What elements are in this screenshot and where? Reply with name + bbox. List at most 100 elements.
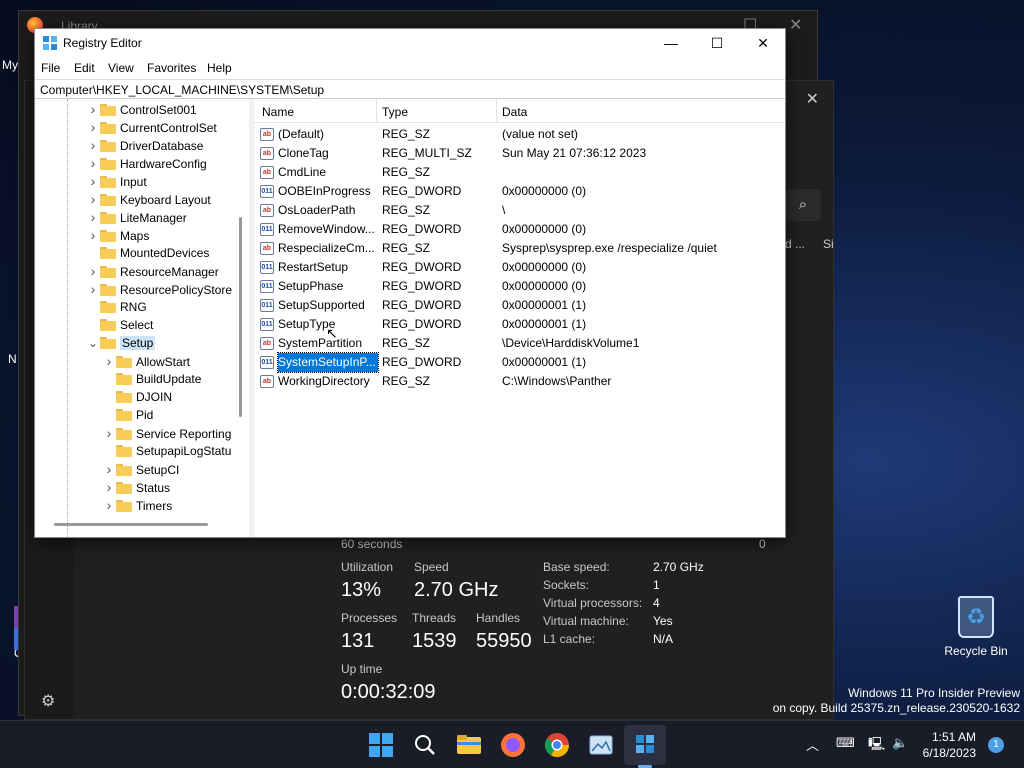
network-icon[interactable]: 🖳 <box>868 735 885 757</box>
address-bar[interactable]: Computer\HKEY_LOCAL_MACHINE\SYSTEM\Setup <box>35 79 785 99</box>
string-value-icon: ab <box>260 204 274 217</box>
chevron-right-icon[interactable]: › <box>86 262 100 280</box>
tree-item[interactable]: SetupapiLogStatu <box>102 442 231 460</box>
value-row[interactable]: 011 RemoveWindow... REG_DWORD 0x00000000 (0… <box>254 220 785 239</box>
tree-vertical-scrollbar[interactable] <box>239 217 242 417</box>
close-icon[interactable]: ✕ <box>789 15 802 35</box>
tree-item[interactable]: › Keyboard Layout <box>86 190 211 208</box>
registry-editor-window[interactable]: Registry Editor — ☐ ✕ File Edit View Fav… <box>34 28 786 538</box>
tree-item[interactable]: ⌄ Setup <box>86 334 156 352</box>
chevron-right-icon[interactable]: › <box>86 190 100 208</box>
recycle-bin[interactable]: ♻ Recycle Bin <box>944 596 1008 658</box>
values-list[interactable]: Name Type Data ab (Default) REG_SZ (value n… <box>254 99 785 537</box>
tree-item[interactable]: MountedDevices <box>86 244 209 262</box>
value-row[interactable]: ab (Default) REG_SZ (value not set) <box>254 125 785 144</box>
minimize-icon[interactable]: — <box>648 29 694 57</box>
tree-item[interactable]: › AllowStart <box>102 352 190 370</box>
chrome-icon[interactable] <box>543 731 571 759</box>
chevron-right-icon[interactable]: › <box>102 460 116 478</box>
search-icon[interactable] <box>411 731 439 759</box>
tree-item[interactable]: DJOIN <box>102 388 172 406</box>
value-row[interactable]: 011 SystemSetupInP... REG_DWORD 0x00000001 … <box>254 352 785 373</box>
tree-item[interactable]: › Maps <box>86 226 150 244</box>
tree-item[interactable]: › HardwareConfig <box>86 154 207 172</box>
tree-item[interactable]: › ResourcePolicyStore <box>86 280 232 298</box>
tree-item[interactable]: › Status <box>102 478 170 496</box>
value-row[interactable]: ab WorkingDirectory REG_SZ C:\Windows\Panth… <box>254 372 785 391</box>
tree-item[interactable]: › DriverDatabase <box>86 136 204 154</box>
registry-editor-taskbar-icon[interactable] <box>631 731 659 759</box>
value-data: 0x00000001 (1) <box>502 355 587 369</box>
chevron-right-icon[interactable]: › <box>86 280 100 298</box>
value-row[interactable]: 011 OOBEInProgress REG_DWORD 0x00000000 (0) <box>254 182 785 201</box>
photos-icon[interactable] <box>587 731 615 759</box>
menu-favorites[interactable]: Favorites <box>147 61 196 75</box>
volume-icon[interactable]: 🔈 <box>892 735 908 751</box>
tree-item[interactable]: › CurrentControlSet <box>86 118 217 136</box>
maximize-icon[interactable]: ☐ <box>694 29 740 57</box>
notification-badge[interactable]: 1 <box>988 737 1004 753</box>
watermark-line-2: on copy. Build 25375.zn_release.230520-1… <box>772 701 1020 715</box>
value-row[interactable]: 011 SetupPhase REG_DWORD 0x00000000 (0) <box>254 277 785 296</box>
value-name: RespecializeCm... <box>278 241 375 255</box>
tree-item[interactable]: › Service Reporting <box>102 424 232 442</box>
column-data-header[interactable]: Data <box>502 105 527 119</box>
chevron-right-icon[interactable]: › <box>86 208 100 226</box>
tree-item[interactable]: BuildUpdate <box>102 370 201 388</box>
value-row[interactable]: 011 RestartSetup REG_DWORD 0x00000000 (0) <box>254 258 785 277</box>
tree-item[interactable]: › Timers <box>102 496 173 514</box>
column-divider[interactable] <box>496 99 497 123</box>
value-row[interactable]: ab CmdLine REG_SZ <box>254 163 785 182</box>
chevron-up-icon[interactable]: ︿ <box>806 735 819 754</box>
tree-item[interactable]: › LiteManager <box>86 208 187 226</box>
file-explorer-icon[interactable] <box>455 731 483 759</box>
column-divider[interactable] <box>376 99 377 123</box>
chevron-right-icon[interactable]: › <box>86 172 100 190</box>
tree-item-label: DriverDatabase <box>120 139 204 153</box>
menu-file[interactable]: File <box>41 61 60 75</box>
menu-edit[interactable]: Edit <box>74 61 95 75</box>
chevron-right-icon[interactable]: › <box>86 100 100 118</box>
title-bar[interactable]: Registry Editor — ☐ ✕ <box>35 29 785 57</box>
value-type: REG_SZ <box>382 374 431 388</box>
close-icon[interactable]: ✕ <box>740 29 786 57</box>
value-row[interactable]: ab OsLoaderPath REG_SZ \ <box>254 201 785 220</box>
chevron-right-icon[interactable]: › <box>86 118 100 136</box>
chevron-right-icon[interactable]: › <box>86 226 100 244</box>
chevron-right-icon[interactable]: › <box>86 136 100 154</box>
chevron-right-icon[interactable]: › <box>102 478 116 496</box>
clock[interactable]: 1:51 AM 6/18/2023 <box>923 729 976 761</box>
tree-horizontal-scrollbar[interactable] <box>54 523 208 526</box>
tree-item[interactable]: › SetupCI <box>102 460 180 478</box>
firefox-icon[interactable] <box>499 731 527 759</box>
value-row[interactable]: ab CloneTag REG_MULTI_SZ Sun May 21 07:36:1… <box>254 144 785 163</box>
tree-item[interactable]: › Input <box>86 172 147 190</box>
value-type: REG_DWORD <box>382 184 462 198</box>
tree-item[interactable]: › ControlSet001 <box>86 100 197 118</box>
key-tree[interactable]: › ControlSet001 › CurrentControlSet › DriverD… <box>36 99 249 537</box>
tree-item[interactable]: Pid <box>102 406 153 424</box>
keyboard-icon[interactable]: ⌨ <box>836 735 855 751</box>
chevron-right-icon[interactable]: › <box>102 424 116 442</box>
start-button[interactable] <box>367 731 395 759</box>
settings-icon[interactable]: ⚙ <box>41 691 55 711</box>
tree-item[interactable]: RNG <box>86 298 147 316</box>
chevron-right-icon[interactable]: › <box>102 352 116 370</box>
tree-item[interactable]: › ResourceManager <box>86 262 219 280</box>
column-name-header[interactable]: Name <box>262 105 294 119</box>
value-row[interactable]: 011 SetupSupported REG_DWORD 0x00000001 (1) <box>254 296 785 315</box>
menu-view[interactable]: View <box>108 61 134 75</box>
value-row[interactable]: ab RespecializeCm... REG_SZ Sysprep\sysprep… <box>254 239 785 258</box>
chevron-down-icon[interactable]: ⌄ <box>86 334 100 352</box>
utilization-value: 13% <box>341 579 382 601</box>
chevron-right-icon[interactable]: › <box>86 154 100 172</box>
value-type: REG_DWORD <box>382 317 462 331</box>
column-type-header[interactable]: Type <box>382 105 408 119</box>
menu-help[interactable]: Help <box>207 61 232 75</box>
search-icon[interactable]: ⌕ <box>785 189 821 221</box>
close-icon[interactable]: ✕ <box>806 89 819 109</box>
recycle-bin-label: Recycle Bin <box>944 644 1008 658</box>
folder-icon <box>100 158 116 170</box>
tree-item[interactable]: Select <box>86 316 153 334</box>
chevron-right-icon[interactable]: › <box>102 496 116 514</box>
